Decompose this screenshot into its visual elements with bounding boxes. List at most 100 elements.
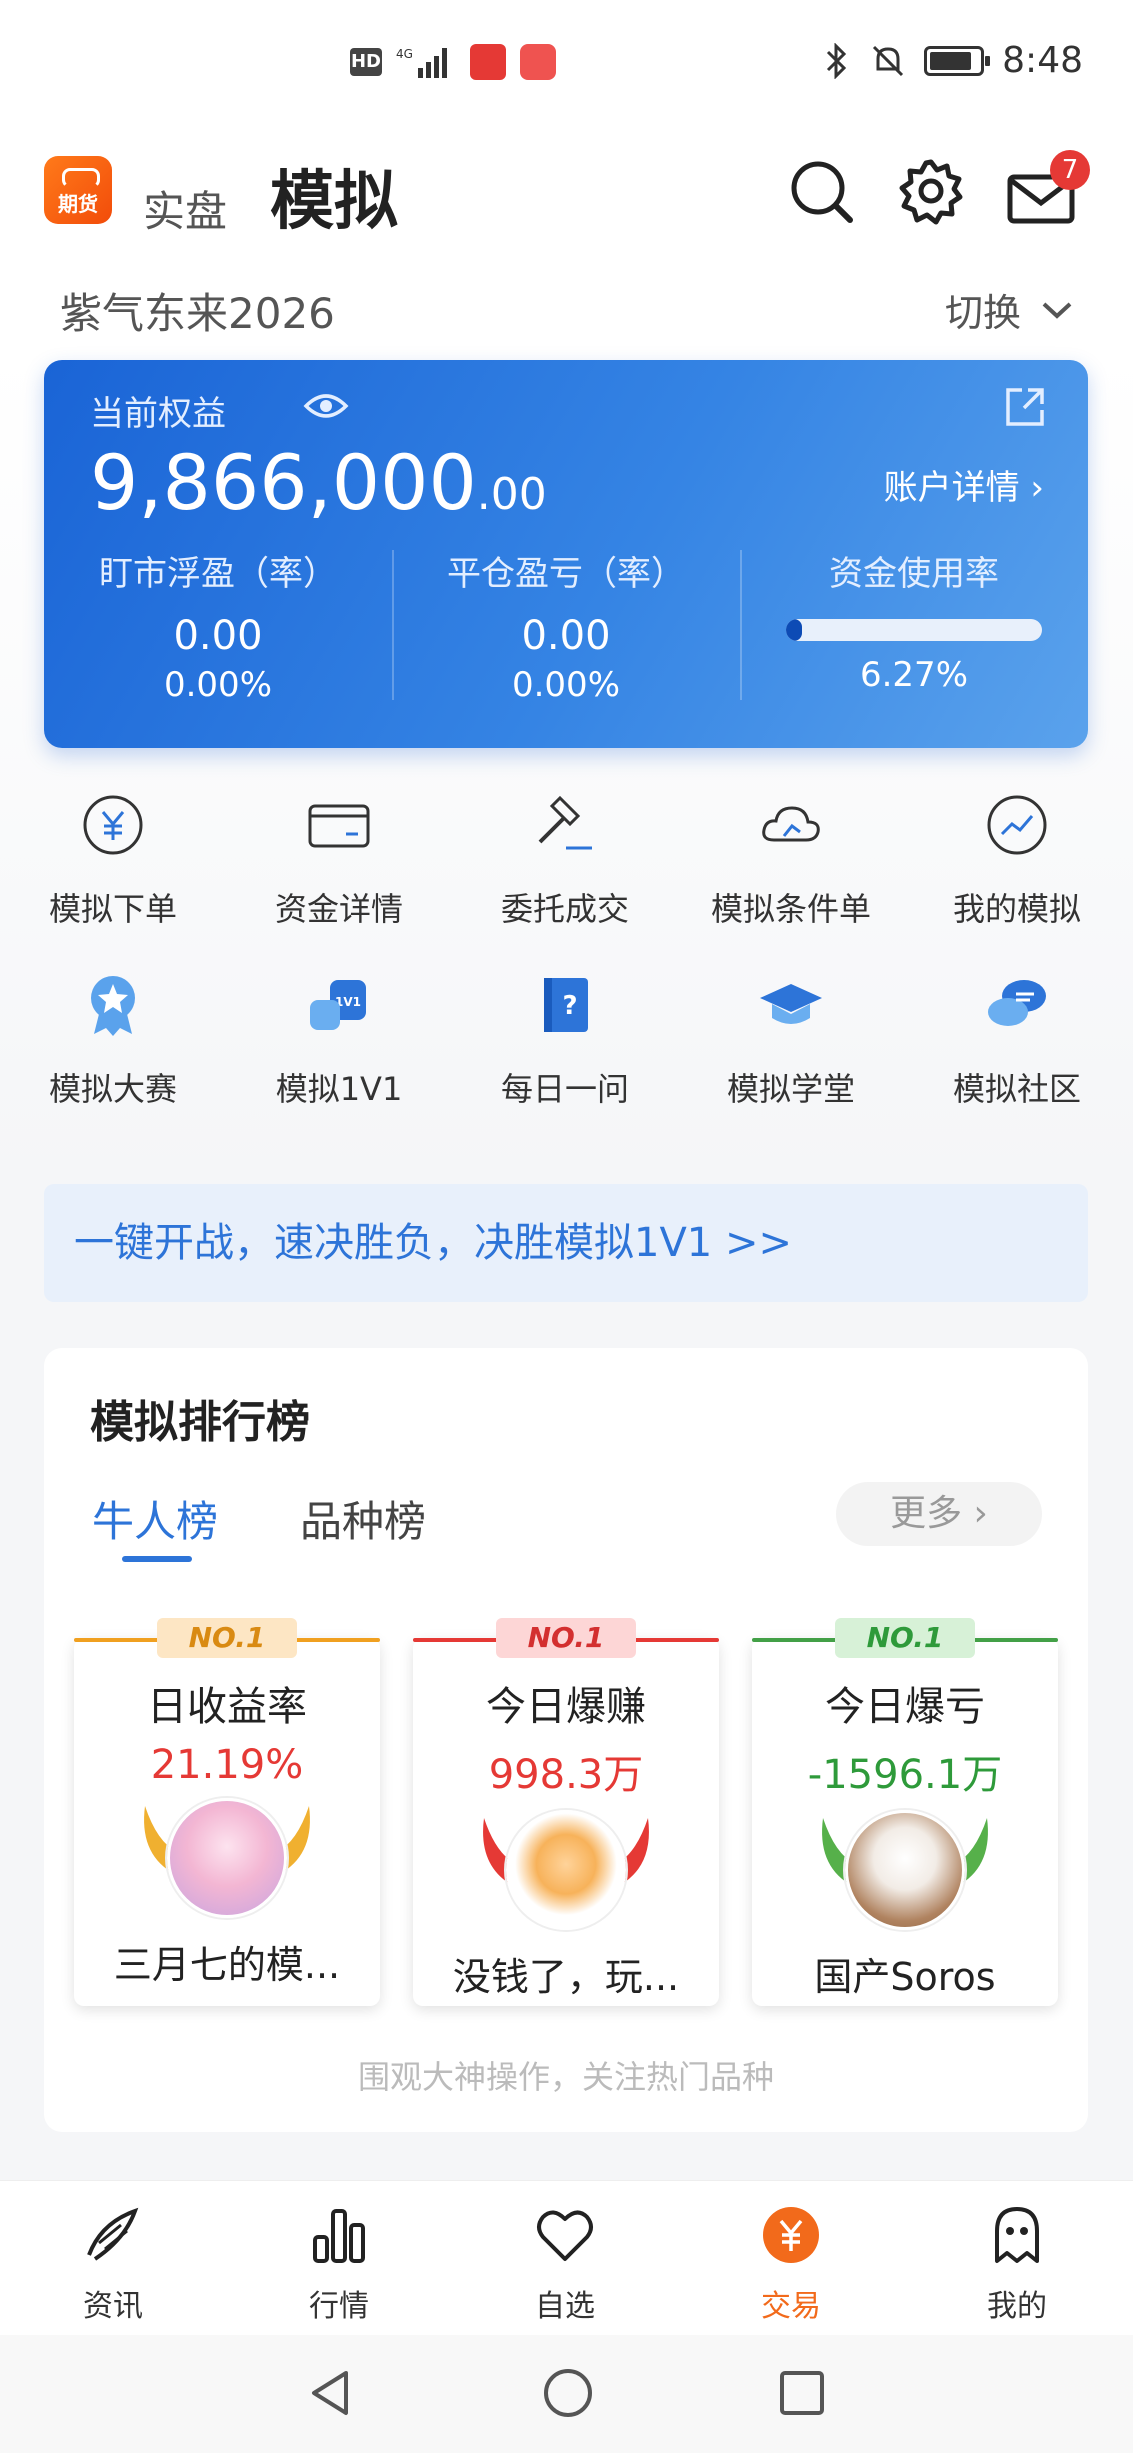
yuan-circle-icon (83, 795, 143, 855)
leaderboard-daily-profit[interactable]: NO.1 今日爆赚 998.3万 没钱了，玩... (413, 1618, 719, 2006)
question-book-icon: ? (544, 978, 588, 1032)
leaderboard-user-name: 国产Soros (814, 1955, 996, 1999)
menu-item-label: 每日一问 (500, 1070, 629, 1108)
ranking-more-button[interactable]: 更多 › (836, 1482, 1042, 1546)
stat-label: 资金使用率 (829, 554, 999, 594)
stat-label: 平仓盈亏（率） (447, 554, 685, 594)
search-icon[interactable] (786, 156, 856, 226)
heart-icon (537, 2210, 593, 2261)
leaderboard-daily-return[interactable]: NO.1 日收益率 21.19% 三月七的模... (74, 1618, 380, 2006)
rank-badge: NO.1 (157, 1618, 297, 1658)
menu-item-orders-trades[interactable]: 委托成交 (452, 790, 678, 930)
avatar (506, 1810, 626, 1930)
rank-badge: NO.1 (835, 1618, 975, 1658)
external-link-icon[interactable] (1002, 384, 1048, 430)
mute-bell-icon (873, 45, 904, 76)
leaderboard-user-name: 三月七的模... (113, 1943, 341, 1987)
recents-icon[interactable] (776, 2365, 828, 2421)
account-name: 紫气东来2026 (60, 289, 335, 338)
network-type-label: 4G (396, 47, 413, 61)
bottom-nav: 资讯 行情 自选 交易 我的 (0, 2180, 1133, 2335)
tab-simulation[interactable]: 模拟 (270, 150, 398, 242)
rank-badge: NO.1 (496, 1618, 636, 1658)
card-icon (308, 804, 370, 848)
account-detail-link[interactable]: 账户详情 › (884, 460, 1044, 509)
nav-watchlist[interactable]: 自选 (452, 2203, 678, 2325)
fund-usage-progress-bar (786, 619, 1042, 641)
leaderboard-user-name: 没钱了，玩... (452, 1955, 680, 1999)
menu-item-label: 资金详情 (274, 890, 403, 928)
equity-value-dec: .00 (476, 469, 547, 520)
hd-icon: HD (350, 48, 382, 76)
account-row: 紫气东来2026 切换 (0, 270, 1133, 350)
stat-fund-usage: 资金使用率 6.27% (740, 546, 1088, 695)
menu-item-sim-contest[interactable]: 模拟大赛 (0, 970, 226, 1110)
back-icon[interactable] (306, 2365, 354, 2421)
menu-item-label: 我的模拟 (952, 890, 1081, 928)
boxing-icon: 1V1 (310, 980, 366, 1030)
nav-trade[interactable]: 交易 (678, 2203, 904, 2325)
leaderboard-daily-loss[interactable]: NO.1 今日爆亏 -1596.1万 国产Soros (752, 1618, 1058, 2006)
menu-item-my-sim[interactable]: 我的模拟 (904, 790, 1130, 930)
ranking-title: 模拟排行榜 (90, 1397, 310, 1448)
stat-value: 0.00 (173, 613, 263, 659)
menu-item-label: 委托成交 (500, 890, 629, 928)
avatar-frame (137, 1798, 317, 1918)
gavel-icon (538, 795, 592, 850)
menu-item-label: 模拟条件单 (710, 890, 871, 928)
leaderboard-title: 日收益率 (147, 1684, 307, 1730)
avatar (167, 1798, 287, 1918)
fund-usage-progress-fill (786, 619, 803, 641)
nav-label: 资讯 (83, 2289, 143, 2324)
leaderboard-value: -1596.1万 (807, 1752, 1003, 1798)
menu-item-sim-school[interactable]: 模拟学堂 (678, 970, 904, 1110)
avatar-frame (476, 1810, 656, 1930)
leaderboard-value: 998.3万 (488, 1752, 644, 1798)
ranking-card: 模拟排行榜 牛人榜 品种榜 更多 › NO.1 日收益率 21.19% 三月七的… (44, 1348, 1088, 2132)
menu-item-conditional-order[interactable]: 模拟条件单 (678, 790, 904, 930)
tab-real-trading[interactable]: 实盘 (143, 178, 227, 239)
menu-item-label: 模拟学堂 (726, 1070, 855, 1108)
menu-item-sim-1v1[interactable]: 1V1 模拟1V1 (226, 970, 452, 1110)
trade-yen-icon (763, 2207, 819, 2263)
menu-item-daily-question[interactable]: ? 每日一问 (452, 970, 678, 1110)
leaderboard-value: 21.19% (150, 1742, 304, 1788)
news-feather-icon (87, 2207, 139, 2261)
nav-profile[interactable]: 我的 (904, 2203, 1130, 2325)
stat-rate: 6.27% (859, 655, 968, 695)
equity-value-int: 9,866,000 (90, 438, 477, 527)
svg-text:?: ? (562, 991, 577, 1021)
eye-icon[interactable] (302, 386, 350, 426)
gear-icon[interactable] (896, 156, 966, 226)
menu-item-label: 模拟下单 (48, 890, 177, 928)
leaderboard-title: 今日爆赚 (486, 1684, 646, 1730)
medal-icon (91, 976, 135, 1036)
account-switch-button[interactable]: 切换 (945, 282, 1073, 337)
app-notification-icon (470, 44, 506, 80)
signal-icon: 4G (396, 47, 447, 78)
stat-rate: 0.00% (163, 665, 272, 705)
nav-market[interactable]: 行情 (226, 2203, 452, 2325)
menu-item-sim-order[interactable]: 模拟下单 (0, 790, 226, 930)
tab-top-traders[interactable]: 牛人榜 (92, 1488, 218, 1562)
menu-item-fund-detail[interactable]: 资金详情 (226, 790, 452, 930)
leaderboard-title: 今日爆亏 (825, 1684, 985, 1730)
app-header: 期货 实盘 模拟 7 (0, 120, 1133, 270)
home-icon[interactable] (540, 2365, 596, 2421)
stat-value: 0.00 (521, 613, 611, 659)
tab-top-varieties[interactable]: 品种榜 (300, 1488, 426, 1549)
equity-value: 9,866,000.00 (90, 438, 547, 527)
promo-banner-1v1[interactable]: 一键开战，速决胜负，决胜模拟1V1 >> (44, 1184, 1088, 1302)
avatar (845, 1810, 965, 1930)
account-switch-label: 切换 (944, 291, 1021, 335)
clock: 8:48 (1002, 40, 1083, 81)
bar-chart-icon (313, 2209, 365, 2263)
battery-icon (924, 45, 991, 76)
stat-floating-pnl: 盯市浮盈（率） 0.00 0.00% (44, 546, 392, 705)
trend-icon (987, 795, 1047, 855)
mail-badge: 7 (1050, 150, 1090, 190)
nav-news[interactable]: 资讯 (0, 2203, 226, 2325)
menu-item-sim-community[interactable]: 模拟社区 (904, 970, 1130, 1110)
chat-bubbles-icon (988, 980, 1046, 1026)
status-right-icons: 8:48 (822, 40, 1083, 81)
